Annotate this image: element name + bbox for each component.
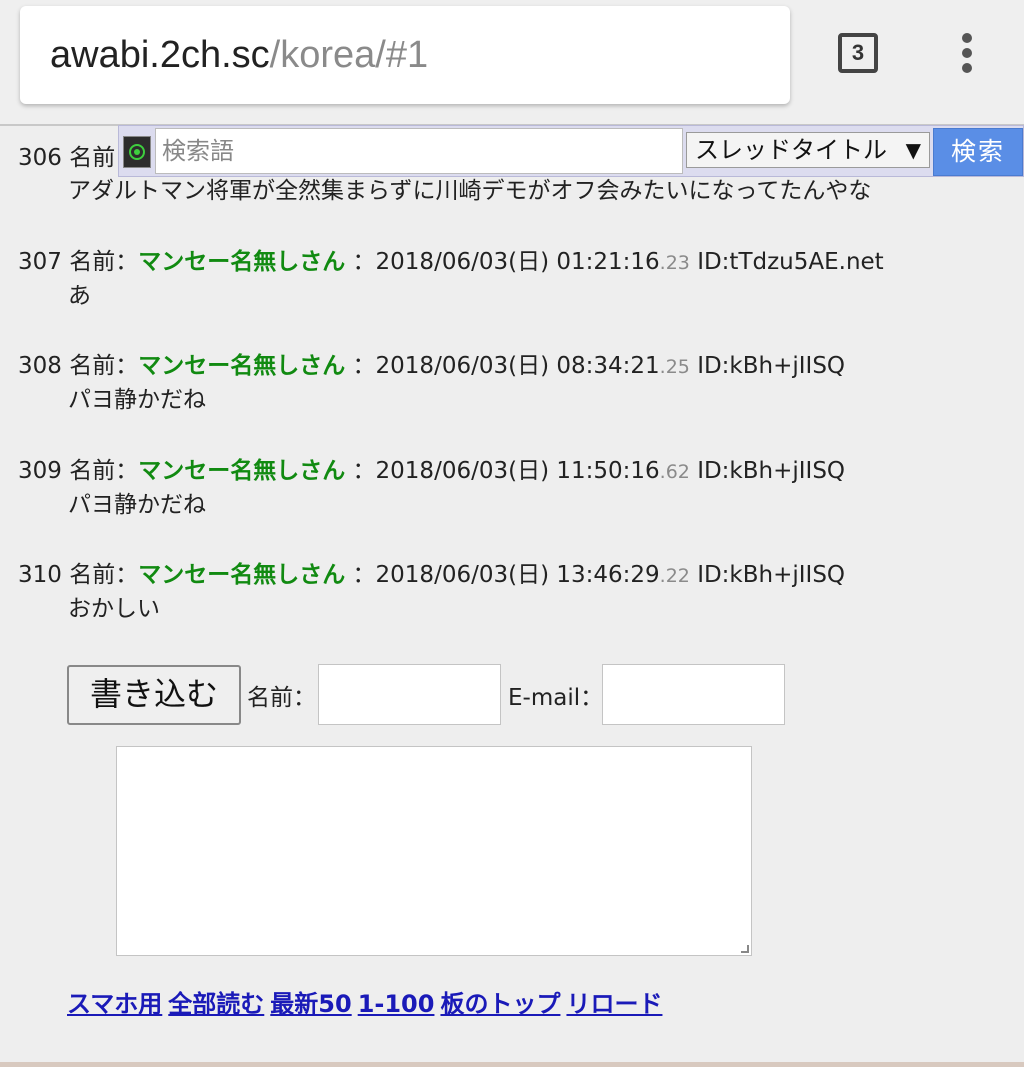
poster-name: マンセー名無しさん xyxy=(138,353,346,379)
link-smartphone[interactable]: スマホ用 xyxy=(67,990,162,1018)
poster-name: マンセー名無しさん xyxy=(138,562,346,588)
post-309: 309 名前：マンセー名無しさん ：2018/06/03(日) 11:50:16… xyxy=(18,455,1008,522)
search-input[interactable] xyxy=(155,128,683,174)
name-label: 名前： xyxy=(69,249,139,275)
post-body: パヨ静かだね xyxy=(68,492,206,518)
search-scope-value: スレッドタイトル xyxy=(695,136,887,164)
resize-grip-icon[interactable] xyxy=(741,945,749,953)
post-header: 308 名前：マンセー名無しさん ：2018/06/03(日) 08:34:21… xyxy=(18,350,1008,383)
footer-links: スマホ用 全部読む 最新50 1-100 板のトップ リロード xyxy=(67,988,668,1020)
post-body: おかしい xyxy=(68,596,160,622)
link-reload[interactable]: リロード xyxy=(566,990,662,1018)
post-310: 310 名前：マンセー名無しさん ：2018/06/03(日) 13:46:29… xyxy=(18,559,1008,626)
post-number: 309 xyxy=(18,458,62,484)
poster-id[interactable]: ID:kBh+jIISQ xyxy=(697,458,845,484)
link-board-top[interactable]: 板のトップ xyxy=(440,990,560,1018)
poster-name: マンセー名無しさん xyxy=(138,249,346,275)
post-datetime: 2018/06/03(日) 13:46:29 xyxy=(375,562,660,588)
name-field[interactable] xyxy=(318,664,501,725)
post-datetime: 2018/06/03(日) 01:21:16 xyxy=(375,249,660,275)
post-body: あ xyxy=(68,283,91,309)
post-307: 307 名前：マンセー名無しさん ：2018/06/03(日) 01:21:16… xyxy=(18,246,1008,313)
vertical-dots-icon[interactable] xyxy=(955,33,979,77)
post-header: 307 名前：マンセー名無しさん ：2018/06/03(日) 01:21:16… xyxy=(18,246,1008,279)
bottom-edge xyxy=(0,1062,1024,1067)
email-field[interactable] xyxy=(602,664,785,725)
post-308: 308 名前：マンセー名無しさん ：2018/06/03(日) 08:34:21… xyxy=(18,350,1008,417)
name-label: 名前： xyxy=(69,562,139,588)
post-number: 306 xyxy=(18,145,62,171)
submit-post-button[interactable]: 書き込む xyxy=(67,665,241,725)
message-textarea[interactable] xyxy=(116,746,752,956)
name-label: 名前 xyxy=(69,145,116,171)
poster-name: マンセー名無しさん xyxy=(138,458,346,484)
dropdown-arrow-icon: ▼ xyxy=(905,138,921,162)
post-datetime: 2018/06/03(日) 08:34:21 xyxy=(375,353,660,379)
poster-id[interactable]: ID:kBh+jIISQ xyxy=(697,562,845,588)
post-body: アダルトマン将軍が全然集まらずに川崎デモがオフ会みたいになってたんやな xyxy=(68,178,872,204)
post-msec: .22 xyxy=(659,565,690,587)
address-bar[interactable]: awabi.2ch.sc/korea/#1 xyxy=(20,6,790,104)
name-separator: ： xyxy=(352,353,376,379)
name-separator: ： xyxy=(352,458,376,484)
url-host: awabi.2ch.sc xyxy=(50,34,270,76)
name-label: 名前： xyxy=(69,353,139,379)
name-field-label: 名前： xyxy=(247,685,316,711)
link-latest-50[interactable]: 最新50 xyxy=(270,990,351,1018)
green-circle-logo-icon[interactable] xyxy=(123,136,151,168)
name-separator: ： xyxy=(352,562,376,588)
post-number: 310 xyxy=(18,562,62,588)
post-number: 307 xyxy=(18,249,62,275)
post-header: 310 名前：マンセー名無しさん ：2018/06/03(日) 13:46:29… xyxy=(18,559,1008,592)
poster-id[interactable]: ID:kBh+jIISQ xyxy=(697,353,845,379)
post-header: 309 名前：マンセー名無しさん ：2018/06/03(日) 11:50:16… xyxy=(18,455,1008,488)
link-read-all[interactable]: 全部読む xyxy=(168,990,264,1018)
name-separator: ： xyxy=(352,249,376,275)
browser-toolbar: awabi.2ch.sc/korea/#1 3 xyxy=(0,0,1024,124)
name-label: 名前： xyxy=(69,458,139,484)
email-field-label: E-mail： xyxy=(508,685,604,711)
post-number: 308 xyxy=(18,353,62,379)
post-datetime: 2018/06/03(日) 11:50:16 xyxy=(375,458,660,484)
tab-switcher-button[interactable]: 3 xyxy=(838,33,878,73)
search-bar: スレッドタイトル ▼ 検索 xyxy=(118,125,1024,177)
post-body: パヨ静かだね xyxy=(68,387,206,413)
post-msec: .25 xyxy=(659,356,690,378)
post-msec: .62 xyxy=(659,461,690,483)
url-path: /korea/#1 xyxy=(269,34,429,76)
poster-id[interactable]: ID:tTdzu5AE.net xyxy=(697,249,884,275)
search-button[interactable]: 検索 xyxy=(933,128,1023,176)
search-scope-select[interactable]: スレッドタイトル ▼ xyxy=(686,132,930,168)
post-msec: .23 xyxy=(659,252,690,274)
link-1-100[interactable]: 1-100 xyxy=(358,990,435,1018)
